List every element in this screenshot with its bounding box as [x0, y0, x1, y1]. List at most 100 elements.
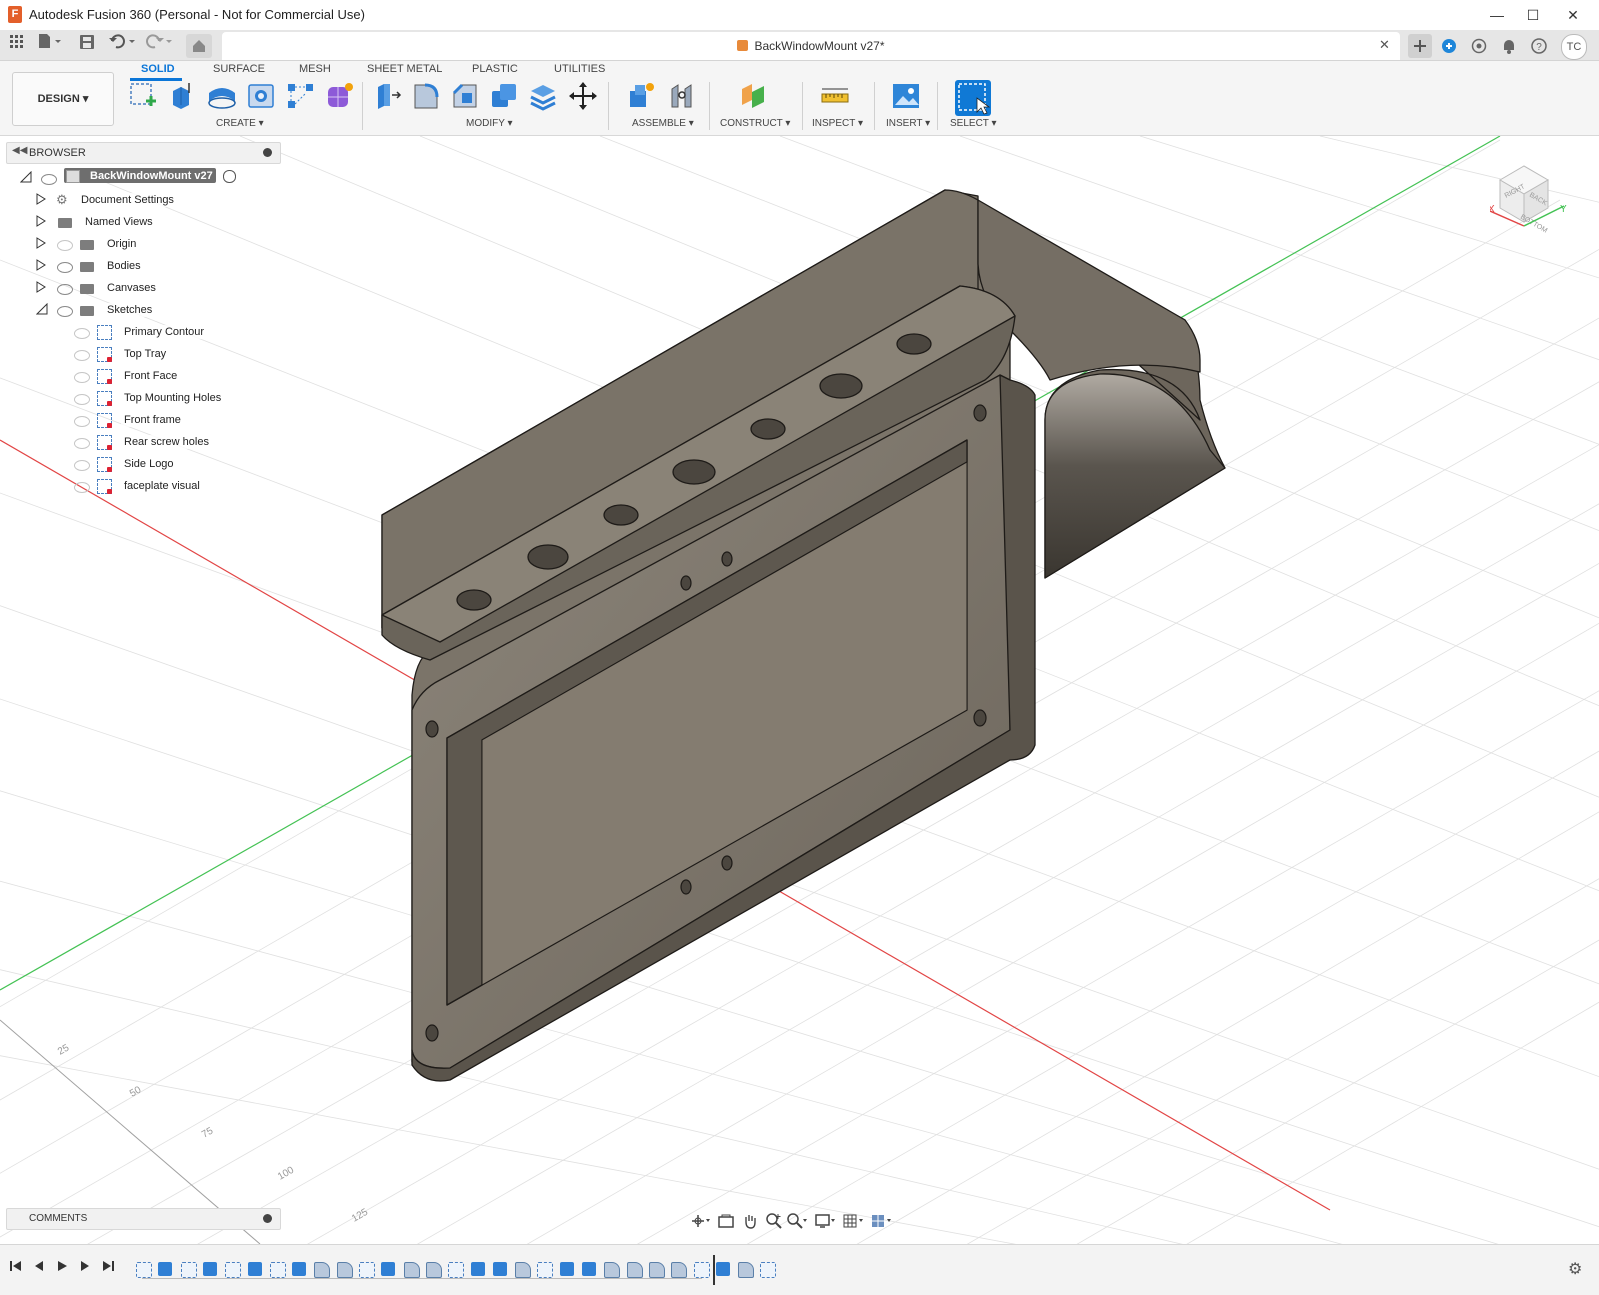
tab-sheet-metal[interactable]: SHEET METAL [367, 63, 442, 75]
extrude-icon[interactable] [167, 81, 197, 111]
insert-menu[interactable]: INSERT ▾ [886, 118, 930, 129]
tab-utilities[interactable]: UTILITIES [554, 63, 605, 75]
timeline-sketch-icon[interactable] [693, 1262, 710, 1278]
tab-plastic[interactable]: PLASTIC [472, 63, 518, 75]
timeline-sketch-icon[interactable] [180, 1262, 197, 1278]
press-pull-icon[interactable] [372, 81, 402, 111]
timeline-fillet-icon[interactable] [648, 1262, 665, 1278]
visibility-eye-icon[interactable] [74, 438, 90, 449]
timeline-fillet-icon[interactable] [314, 1262, 331, 1278]
timeline-fillet-icon[interactable] [336, 1262, 353, 1278]
tree-sketch-item[interactable]: Front frame [121, 413, 184, 427]
create-menu[interactable]: CREATE ▾ [216, 118, 264, 129]
collapse-panel-icon[interactable]: ◀◀ [12, 145, 27, 156]
timeline-previous-icon[interactable] [33, 1260, 45, 1275]
visibility-eye-icon[interactable] [57, 262, 73, 273]
browser-panel-header[interactable]: ◀◀ BROWSER [6, 142, 281, 164]
expand-sketches-icon[interactable] [35, 302, 48, 318]
visibility-eye-icon[interactable] [57, 306, 73, 317]
timeline-extrude-icon[interactable] [559, 1262, 574, 1276]
tab-solid[interactable]: SOLID [141, 63, 175, 75]
insert-image-icon[interactable] [891, 81, 921, 111]
redo-icon[interactable] [145, 33, 172, 55]
visibility-eye-icon[interactable] [74, 394, 90, 405]
move-copy-icon[interactable] [568, 81, 598, 111]
timeline-fillet-icon[interactable] [515, 1262, 532, 1278]
job-status-clock-icon[interactable] [1467, 34, 1491, 58]
visibility-eye-icon[interactable] [74, 372, 90, 383]
expand-bodies-icon[interactable] [36, 259, 46, 274]
activate-component-icon[interactable] [223, 170, 236, 183]
expand-canvases-icon[interactable] [36, 281, 46, 296]
new-tab-plus-icon[interactable] [1408, 34, 1432, 58]
select-icon[interactable] [955, 80, 991, 116]
viewports-icon[interactable] [871, 1213, 893, 1235]
select-menu[interactable]: SELECT ▾ [950, 118, 997, 129]
grid-settings-icon[interactable] [843, 1213, 865, 1235]
undo-icon[interactable] [108, 33, 135, 55]
visibility-eye-icon[interactable] [74, 416, 90, 427]
display-settings-icon[interactable] [815, 1213, 837, 1235]
save-icon[interactable] [76, 33, 98, 55]
visibility-eye-icon[interactable] [57, 284, 73, 295]
tab-surface[interactable]: SURFACE [213, 63, 265, 75]
visibility-eye-icon[interactable] [57, 240, 73, 251]
tree-sketch-item[interactable]: Side Logo [121, 457, 177, 471]
tree-bodies[interactable]: Bodies [104, 259, 144, 273]
timeline-extrude-icon[interactable] [381, 1262, 396, 1276]
timeline-sketch-icon[interactable] [269, 1262, 286, 1278]
timeline-sketch-icon[interactable] [359, 1262, 375, 1278]
create-sketch-icon[interactable] [128, 81, 158, 111]
pan-hand-icon[interactable] [739, 1213, 761, 1235]
inspect-menu[interactable]: INSPECT ▾ [812, 118, 863, 129]
timeline-fillet-icon[interactable] [425, 1262, 442, 1278]
zoom-icon[interactable] [763, 1213, 785, 1235]
offset-plane-icon[interactable] [738, 81, 768, 111]
create-form-icon[interactable] [325, 81, 355, 111]
add-comment-icon[interactable] [263, 1214, 272, 1223]
orbit-icon[interactable] [690, 1213, 712, 1235]
timeline-marker[interactable] [713, 1255, 715, 1285]
zoom-window-icon[interactable] [787, 1213, 809, 1235]
timeline-sketch-icon[interactable] [760, 1262, 777, 1278]
extensions-icon[interactable] [1437, 34, 1461, 58]
timeline-next-icon[interactable] [79, 1260, 91, 1275]
new-component-icon[interactable] [626, 81, 656, 111]
timeline-fillet-icon[interactable] [671, 1262, 688, 1278]
timeline-sketch-icon[interactable] [448, 1262, 465, 1278]
tree-document-settings[interactable]: Document Settings [78, 193, 177, 207]
assemble-menu[interactable]: ASSEMBLE ▾ [632, 118, 694, 129]
timeline-extrude-icon[interactable] [492, 1262, 507, 1276]
timeline-settings-gear-icon[interactable]: ⚙ [1568, 1259, 1582, 1279]
browser-pin-icon[interactable] [263, 148, 272, 157]
visibility-eye-icon[interactable] [41, 174, 57, 185]
timeline-sketch-icon[interactable] [225, 1262, 242, 1278]
tree-sketch-item[interactable]: Top Tray [121, 347, 170, 361]
hole-icon[interactable] [246, 81, 276, 111]
timeline-extrude-icon[interactable] [202, 1262, 217, 1276]
visibility-eye-icon[interactable] [74, 328, 90, 339]
data-panel-grid-icon[interactable] [6, 33, 28, 55]
help-icon[interactable]: ? [1527, 34, 1551, 58]
tree-sketch-item[interactable]: Front Face [121, 369, 181, 383]
close-window-button[interactable]: ✕ [1550, 0, 1596, 30]
workspace-switcher-button[interactable]: DESIGN ▾ [12, 72, 114, 126]
timeline-extrude-icon[interactable] [247, 1262, 262, 1276]
visibility-eye-icon[interactable] [74, 460, 90, 471]
expand-named-views-icon[interactable] [36, 215, 46, 230]
user-avatar[interactable]: TC [1561, 34, 1587, 60]
combine-icon[interactable] [489, 81, 519, 111]
tree-named-views[interactable]: Named Views [82, 215, 156, 229]
comments-panel-header[interactable]: COMMENTS [6, 1208, 281, 1230]
fillet-icon[interactable] [411, 81, 441, 111]
tree-sketch-item[interactable]: Top Mounting Holes [121, 391, 225, 405]
home-icon[interactable] [186, 34, 212, 58]
timeline-first-icon[interactable] [10, 1260, 22, 1275]
file-menu-icon[interactable] [38, 33, 61, 55]
look-at-icon[interactable] [715, 1213, 737, 1235]
visibility-eye-icon[interactable] [74, 350, 90, 361]
tree-sketch-item[interactable]: faceplate visual [121, 479, 203, 493]
timeline-play-icon[interactable] [56, 1260, 68, 1275]
tab-mesh[interactable]: MESH [299, 63, 331, 75]
measure-icon[interactable] [820, 81, 850, 111]
